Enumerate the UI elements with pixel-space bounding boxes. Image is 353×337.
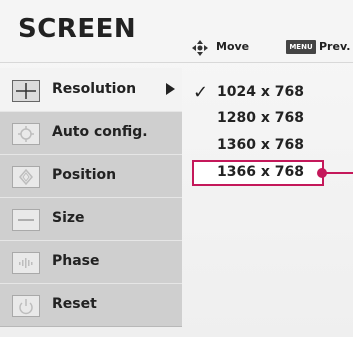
- menu-item-auto-config[interactable]: Auto config.: [0, 111, 182, 155]
- option-label: 1360 x 768: [217, 137, 304, 153]
- auto-config-icon: [12, 123, 40, 145]
- osd-panel: SCREEN Move MENU Prev. Resolution Auto c…: [0, 0, 353, 337]
- prev-hint-label: Prev.: [319, 40, 351, 53]
- option-label: 1280 x 768: [217, 110, 304, 126]
- crosshair-icon: [12, 80, 40, 102]
- menu-item-label: Position: [52, 167, 117, 183]
- check-icon: ✓: [193, 82, 209, 103]
- osd-header: SCREEN Move MENU Prev.: [0, 0, 353, 63]
- option-1360x768[interactable]: 1360 x 768: [189, 135, 353, 161]
- option-1024x768[interactable]: ✓ 1024 x 768: [189, 82, 353, 108]
- menu-item-size[interactable]: Size: [0, 197, 182, 241]
- menu-item-phase[interactable]: Phase: [0, 240, 182, 284]
- menu-item-position[interactable]: Position: [0, 154, 182, 198]
- menu-item-label: Auto config.: [52, 124, 148, 140]
- reset-icon: [12, 295, 40, 317]
- move-hint-label: Move: [216, 40, 250, 53]
- phase-icon: [12, 252, 40, 274]
- option-1366x768[interactable]: 1366 x 768: [189, 162, 353, 188]
- menu-key-icon: MENU: [286, 40, 316, 54]
- option-label: 1366 x 768: [217, 164, 304, 180]
- size-icon: [12, 209, 40, 231]
- page-title: SCREEN: [18, 14, 137, 44]
- option-1280x768[interactable]: 1280 x 768: [189, 108, 353, 134]
- menu-item-label: Phase: [52, 253, 100, 269]
- submenu-arrow-icon: [166, 83, 175, 95]
- menu-item-resolution[interactable]: Resolution: [0, 68, 182, 112]
- option-label: 1024 x 768: [217, 84, 304, 100]
- move-icon: [192, 40, 208, 56]
- position-icon: [12, 166, 40, 188]
- menu-item-reset[interactable]: Reset: [0, 283, 182, 327]
- menu-item-label: Resolution: [52, 81, 137, 97]
- menu-item-label: Size: [52, 210, 85, 226]
- menu-item-label: Reset: [52, 296, 97, 312]
